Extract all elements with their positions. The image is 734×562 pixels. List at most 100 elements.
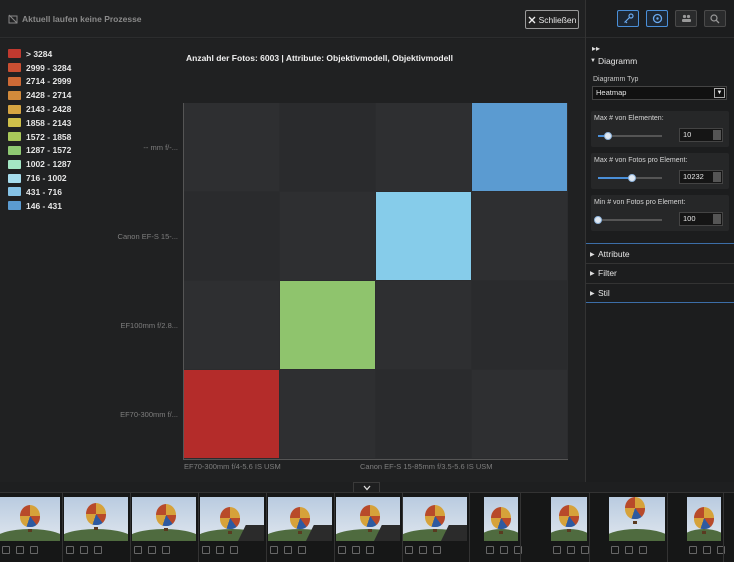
slider-thumb[interactable] <box>603 132 612 140</box>
slider-track[interactable] <box>598 174 662 182</box>
heatmap-cell[interactable] <box>184 370 279 458</box>
checkbox-icon[interactable] <box>338 546 346 554</box>
slider-value-input[interactable]: 100 <box>679 212 723 226</box>
legend-label: 2999 - 3284 <box>26 62 72 73</box>
flag-icon[interactable] <box>216 546 224 554</box>
photo-thumbnail[interactable] <box>64 497 128 541</box>
slider-track[interactable] <box>594 216 662 224</box>
star-icon[interactable] <box>94 546 102 554</box>
chevron-right-icon: ▶ <box>590 290 595 297</box>
thumbnail-hill <box>64 529 128 541</box>
flag-icon[interactable] <box>625 546 633 554</box>
photo-thumbnail[interactable] <box>551 497 587 541</box>
star-icon[interactable] <box>366 546 374 554</box>
photo-thumbnail[interactable] <box>132 497 196 541</box>
refresh-button[interactable] <box>646 10 668 27</box>
close-button[interactable]: Schließen <box>525 10 579 29</box>
heatmap-cell[interactable] <box>280 281 375 369</box>
legend-item: 1002 - 1287 <box>8 157 71 171</box>
heatmap-empty-cell <box>280 192 375 280</box>
slider-label: Max # von Fotos pro Element: <box>594 157 688 164</box>
stepper-icon[interactable] <box>713 130 721 140</box>
photo-thumbnail[interactable] <box>484 497 518 541</box>
people-button[interactable] <box>675 10 697 27</box>
legend-label: 1287 - 1572 <box>26 145 72 156</box>
photo-thumbnail[interactable] <box>0 497 60 541</box>
thumbnail-actions <box>2 544 38 556</box>
process-icon <box>8 14 18 24</box>
star-icon[interactable] <box>639 546 647 554</box>
balloon-basket <box>633 521 637 524</box>
flag-icon[interactable] <box>148 546 156 554</box>
photo-thumbnail[interactable] <box>403 497 467 541</box>
section-stil[interactable]: ▶ Stil <box>586 283 734 303</box>
star-icon[interactable] <box>298 546 306 554</box>
flag-icon[interactable] <box>16 546 24 554</box>
filmstrip-toggle[interactable] <box>353 482 380 492</box>
slider-thumb[interactable] <box>627 174 636 182</box>
refresh-icon <box>652 13 662 24</box>
thumbnail-actions <box>202 544 238 556</box>
thumbnail-actions <box>134 544 170 556</box>
flag-icon[interactable] <box>419 546 427 554</box>
stepper-icon[interactable] <box>713 214 721 224</box>
star-icon[interactable] <box>230 546 238 554</box>
zoom-button[interactable] <box>704 10 726 27</box>
checkbox-icon[interactable] <box>611 546 619 554</box>
flag-icon[interactable] <box>80 546 88 554</box>
heatmap-empty-cell <box>280 103 375 191</box>
flag-icon[interactable] <box>284 546 292 554</box>
heatmap-cell[interactable] <box>376 192 471 280</box>
checkbox-icon[interactable] <box>2 546 10 554</box>
photo-thumbnail[interactable] <box>687 497 721 541</box>
heatmap-cell[interactable] <box>472 103 567 191</box>
legend-item: 2428 - 2714 <box>8 88 71 102</box>
checkbox-icon[interactable] <box>66 546 74 554</box>
legend-label: 2143 - 2428 <box>26 104 72 115</box>
checkbox-icon[interactable] <box>553 546 561 554</box>
star-icon[interactable] <box>433 546 441 554</box>
section-filter[interactable]: ▶ Filter <box>586 263 734 283</box>
slider-value-input[interactable]: 10 <box>679 128 723 142</box>
legend-item: 1287 - 1572 <box>8 144 71 158</box>
checkbox-icon[interactable] <box>134 546 142 554</box>
photo-thumbnail[interactable] <box>200 497 264 541</box>
stepper-icon[interactable] <box>713 172 721 182</box>
flag-icon[interactable] <box>703 546 711 554</box>
slider-track[interactable] <box>598 132 662 140</box>
slider-thumb[interactable] <box>594 216 602 224</box>
y-tick-label: Canon EF-S 15-... <box>117 231 178 241</box>
section-attribute[interactable]: ▶ Attribute <box>586 244 734 264</box>
photo-thumbnail[interactable] <box>336 497 400 541</box>
legend-swatch <box>8 145 21 155</box>
chart-area: > 3284 2999 - 3284 2714 - 2999 2428 - 2714 2… <box>0 39 585 482</box>
star-icon[interactable] <box>30 546 38 554</box>
checkbox-icon[interactable] <box>270 546 278 554</box>
legend-item: 2143 - 2428 <box>8 102 71 116</box>
legend-swatch <box>8 159 21 169</box>
checkbox-icon[interactable] <box>486 546 494 554</box>
balloon-basket <box>94 527 98 530</box>
process-status: Aktuell laufen keine Prozesse <box>8 14 142 24</box>
flag-icon[interactable] <box>500 546 508 554</box>
star-icon[interactable] <box>581 546 589 554</box>
photo-thumbnail[interactable] <box>609 497 665 541</box>
checkbox-icon[interactable] <box>689 546 697 554</box>
section-diagram[interactable]: ▼ Diagramm <box>586 51 734 71</box>
star-icon[interactable] <box>162 546 170 554</box>
key-button[interactable] <box>617 10 639 27</box>
checkbox-icon[interactable] <box>202 546 210 554</box>
y-tick-label: EF70-300mm f/... <box>120 409 178 419</box>
right-panel: ▸▸ ▼ Diagramm Diagramm Typ Heatmap ▼ ▶ A… <box>585 0 734 482</box>
legend-swatch <box>8 132 21 142</box>
checkbox-icon[interactable] <box>405 546 413 554</box>
photo-thumbnail[interactable] <box>268 497 332 541</box>
balloon-basket <box>499 531 503 534</box>
heatmap-empty-cell <box>184 103 279 191</box>
legend-label: 2428 - 2714 <box>26 90 72 101</box>
slider-value-input[interactable]: 10232 <box>679 170 723 184</box>
flag-icon[interactable] <box>352 546 360 554</box>
flag-icon[interactable] <box>567 546 575 554</box>
x-tick-label: Canon EF-S 15-85mm f/3.5-5.6 IS USM <box>360 462 493 471</box>
chart-type-select[interactable]: Heatmap ▼ <box>592 86 727 100</box>
